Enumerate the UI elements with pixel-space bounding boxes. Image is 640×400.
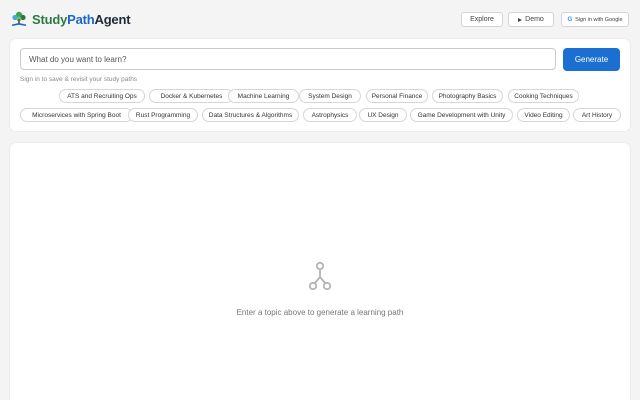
learning-path-panel: Enter a topic above to generate a learni… — [10, 143, 630, 400]
topic-chip[interactable]: Astrophysics — [303, 108, 357, 122]
topic-chip[interactable]: Docker & Kubernetes — [149, 89, 234, 103]
brand-path: Path — [67, 11, 95, 27]
explore-label: Explore — [470, 16, 494, 23]
tree-icon — [12, 11, 26, 26]
topic-chip[interactable]: Art History — [573, 108, 621, 122]
topic-chip[interactable]: Game Development with Unity — [410, 108, 513, 122]
topic-chip[interactable]: Data Structures & Algorithms — [202, 108, 299, 122]
topic-chip[interactable]: System Design — [299, 89, 361, 103]
app-header: StudyPathAgent Explore Demo G Sign in wi… — [0, 0, 640, 38]
topic-chip[interactable]: Rust Programming — [128, 108, 198, 122]
play-icon — [518, 17, 523, 22]
search-card: Generate Sign in to save & revisit your … — [10, 39, 630, 131]
topic-search-input[interactable] — [20, 48, 556, 70]
topic-chip[interactable]: Machine Learning — [228, 89, 299, 103]
topic-chip[interactable]: Cooking Techniques — [508, 89, 579, 103]
signin-hint: Sign in to save & revisit your study pat… — [20, 76, 138, 83]
branch-icon — [308, 261, 332, 291]
google-icon: G — [567, 16, 573, 23]
explore-button[interactable]: Explore — [461, 12, 503, 27]
topic-chip[interactable]: Microservices with Spring Boot — [20, 108, 133, 122]
brand-study: Study — [32, 11, 68, 27]
topic-chip[interactable]: Video Editing — [517, 108, 570, 122]
google-signin-button[interactable]: G Sign in with Google — [561, 12, 629, 27]
demo-label: Demo — [525, 16, 544, 23]
brand-name: StudyPathAgent — [32, 11, 131, 27]
topic-chip[interactable]: ATS and Recruiting Ops — [59, 89, 145, 103]
demo-button[interactable]: Demo — [508, 12, 554, 27]
topic-chip[interactable]: UX Design — [359, 108, 407, 122]
logo[interactable]: StudyPathAgent — [10, 9, 131, 29]
empty-state-message: Enter a topic above to generate a learni… — [236, 308, 404, 317]
brand-agent: Agent — [94, 11, 131, 27]
generate-button[interactable]: Generate — [563, 48, 620, 71]
topic-chip[interactable]: Personal Finance — [366, 89, 428, 103]
topic-chip[interactable]: Photography Basics — [432, 89, 503, 103]
signin-label: Sign in with Google — [575, 16, 623, 23]
